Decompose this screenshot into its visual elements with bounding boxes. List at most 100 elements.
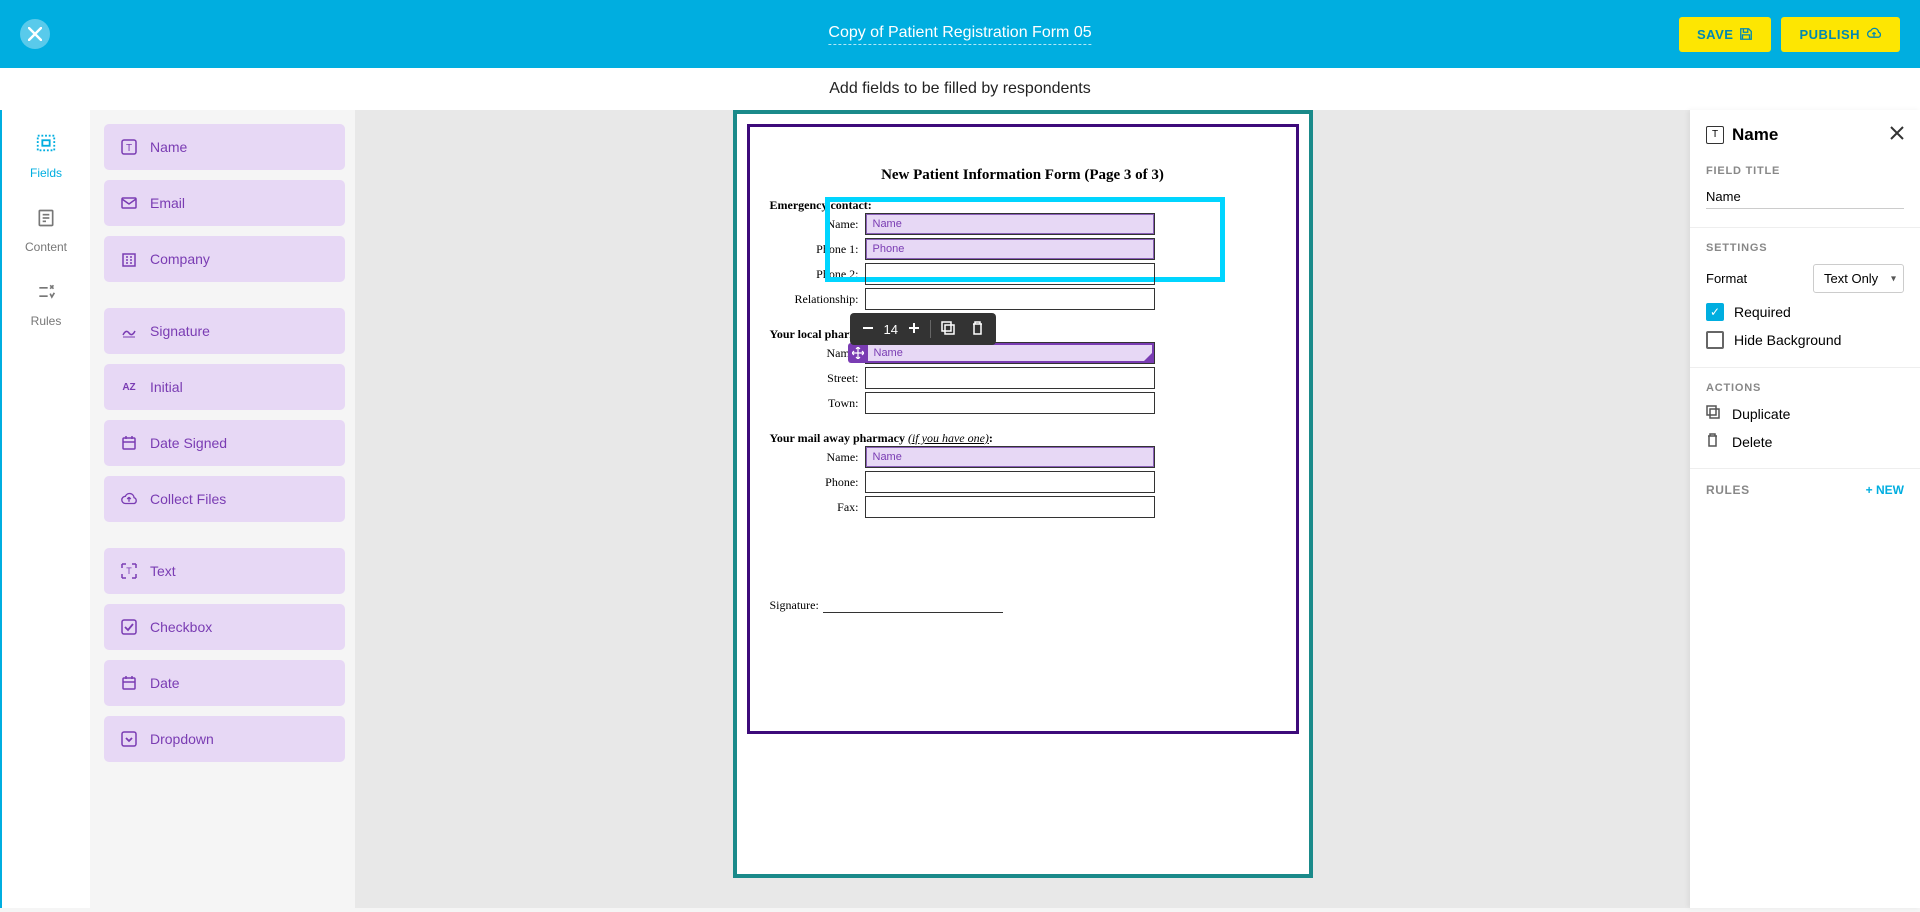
panel-close-button[interactable] xyxy=(1890,124,1904,145)
format-row: Format Text Only xyxy=(1706,264,1904,293)
signature-row: Signature: xyxy=(770,598,1276,613)
plus-icon xyxy=(908,322,920,334)
trash-icon xyxy=(971,321,984,335)
field-type-text[interactable]: T Text xyxy=(104,548,345,594)
field-type-name[interactable]: T Name xyxy=(104,124,345,170)
input-mail-fax[interactable] xyxy=(865,496,1155,518)
row-emergency-name: Name: Name xyxy=(770,213,1276,235)
format-label: Format xyxy=(1706,271,1747,286)
nav-content[interactable]: Content xyxy=(25,208,67,254)
section-emergency-label: Emergency contact: xyxy=(770,198,1276,213)
hide-bg-checkbox[interactable] xyxy=(1706,331,1724,349)
topbar: Copy of Patient Registration Form 05 SAV… xyxy=(0,0,1920,68)
settings-label: SETTINGS xyxy=(1706,242,1904,254)
mail-label-b: (if you have one) xyxy=(908,431,989,445)
duplicate-field-button[interactable] xyxy=(935,319,961,340)
close-button[interactable] xyxy=(20,19,50,49)
format-select-wrap: Text Only xyxy=(1813,264,1904,293)
input-emergency-phone2[interactable] xyxy=(865,263,1155,285)
placed-field-name-selected[interactable]: Name xyxy=(866,343,1154,363)
field-label: Date Signed xyxy=(150,435,227,451)
section-actions: ACTIONS Duplicate Delete xyxy=(1706,382,1904,450)
field-type-company[interactable]: Company xyxy=(104,236,345,282)
document-inner: New Patient Information Form (Page 3 of … xyxy=(747,124,1299,734)
row-mail-phone: Phone: xyxy=(770,471,1276,493)
content-icon xyxy=(36,208,56,234)
font-decrease-button[interactable] xyxy=(856,320,880,339)
format-select[interactable]: Text Only xyxy=(1813,264,1904,293)
copy-icon xyxy=(941,321,955,335)
rules-label: RULES xyxy=(1706,483,1750,497)
label-pharm-street: Street: xyxy=(770,371,865,386)
rules-icon xyxy=(36,282,56,308)
field-toolbar: 14 xyxy=(850,313,996,345)
field-title-input[interactable] xyxy=(1706,185,1904,209)
field-type-date-signed[interactable]: Date Signed xyxy=(104,420,345,466)
label-pharm-town: Town: xyxy=(770,396,865,411)
document-title[interactable]: Copy of Patient Registration Form 05 xyxy=(828,24,1091,45)
input-pharmacy-street[interactable] xyxy=(865,367,1155,389)
field-type-signature[interactable]: Signature xyxy=(104,308,345,354)
row-pharmacy-town: Town: xyxy=(770,392,1276,414)
cloud-icon xyxy=(120,490,138,508)
svg-text:T: T xyxy=(126,566,132,576)
save-label: SAVE xyxy=(1697,27,1733,42)
field-label: Company xyxy=(150,251,210,267)
mail-label-a: Your mail away pharmacy xyxy=(770,431,908,445)
label-phone1: Phone 1: xyxy=(770,242,865,257)
text-icon: T xyxy=(120,562,138,580)
input-mail-phone[interactable] xyxy=(865,471,1155,493)
subheader: Add fields to be filled by respondents xyxy=(0,68,1920,110)
nav-rules[interactable]: Rules xyxy=(31,282,62,328)
canvas-area[interactable]: New Patient Information Form (Page 3 of … xyxy=(355,110,1690,908)
publish-button[interactable]: PUBLISH xyxy=(1781,17,1900,52)
row-emergency-phone2: Phone 2: xyxy=(770,263,1276,285)
properties-panel: T Name FIELD TITLE SETTINGS Format Text … xyxy=(1690,110,1920,908)
save-button[interactable]: SAVE xyxy=(1679,17,1771,52)
email-icon xyxy=(120,194,138,212)
divider xyxy=(1690,227,1920,228)
divider xyxy=(1690,367,1920,368)
field-type-dropdown[interactable]: Dropdown xyxy=(104,716,345,762)
placed-field-name[interactable]: Name xyxy=(866,214,1154,234)
action-delete[interactable]: Delete xyxy=(1706,433,1904,450)
required-row: ✓ Required xyxy=(1706,303,1904,321)
field-type-collect-files[interactable]: Collect Files xyxy=(104,476,345,522)
label-relationship: Relationship: xyxy=(770,292,865,307)
document-page: New Patient Information Form (Page 3 of … xyxy=(733,110,1313,878)
field-move-handle[interactable] xyxy=(848,343,868,363)
field-label: Text xyxy=(150,563,176,579)
input-mail-name[interactable]: Name xyxy=(865,446,1155,468)
dropdown-icon xyxy=(120,730,138,748)
row-emergency-phone1: Phone 1: Phone xyxy=(770,238,1276,260)
delete-field-button[interactable] xyxy=(965,319,990,340)
move-icon xyxy=(852,347,864,359)
nav-fields-label: Fields xyxy=(30,166,62,180)
field-label: Email xyxy=(150,195,185,211)
nav-fields[interactable]: Fields xyxy=(30,132,62,180)
field-label: Name xyxy=(150,139,187,155)
placed-field-name-mail[interactable]: Name xyxy=(866,447,1154,467)
action-duplicate[interactable]: Duplicate xyxy=(1706,405,1904,422)
required-checkbox[interactable]: ✓ xyxy=(1706,303,1724,321)
field-type-checkbox[interactable]: Checkbox xyxy=(104,604,345,650)
placed-field-phone[interactable]: Phone xyxy=(866,239,1154,259)
nav-rules-label: Rules xyxy=(31,314,62,328)
row-pharmacy-name: Name: Name xyxy=(770,342,1276,364)
input-emergency-phone1[interactable]: Phone xyxy=(865,238,1155,260)
input-emergency-relationship[interactable] xyxy=(865,288,1155,310)
divider xyxy=(1690,468,1920,469)
input-emergency-name[interactable]: Name xyxy=(865,213,1155,235)
left-nav: Fields Content Rules xyxy=(0,110,90,908)
new-rule-button[interactable]: + NEW xyxy=(1866,483,1904,497)
field-type-date[interactable]: Date xyxy=(104,660,345,706)
toolbar-divider xyxy=(930,320,931,338)
font-increase-button[interactable] xyxy=(902,320,926,339)
field-type-initial[interactable]: AZ Initial xyxy=(104,364,345,410)
input-pharmacy-town[interactable] xyxy=(865,392,1155,414)
date-signed-icon xyxy=(120,434,138,452)
input-pharmacy-name[interactable]: Name xyxy=(865,342,1155,364)
field-type-email[interactable]: Email xyxy=(104,180,345,226)
fields-icon xyxy=(35,132,57,160)
minus-icon xyxy=(862,322,874,334)
